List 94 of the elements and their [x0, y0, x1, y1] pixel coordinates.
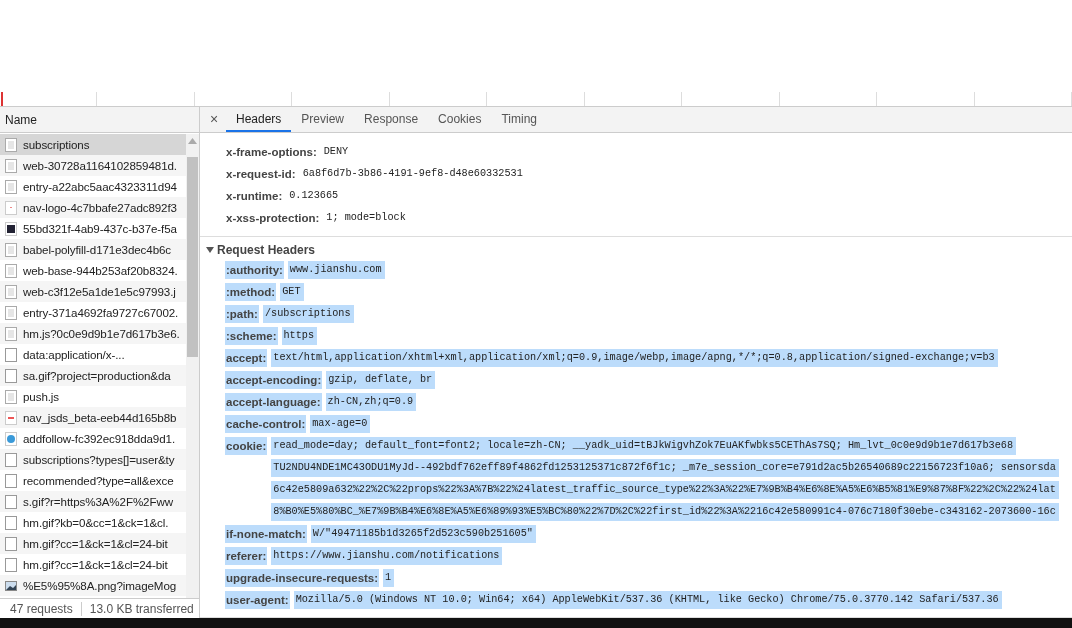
request-item[interactable]: nav_jsds_beta-eeb44d165b8b [0, 407, 186, 428]
blank-file-icon [5, 557, 17, 572]
request-count: 47 requests [10, 600, 73, 618]
header-value: www.jianshu.com [287, 261, 385, 279]
request-item[interactable]: hm.gif?cc=1&ck=1&cl=24-bit [0, 554, 186, 575]
header-name: accept-encoding: [225, 371, 323, 389]
request-item[interactable]: hm.gif?kb=0&cc=1&ck=1&cl. [0, 512, 186, 533]
document-icon [5, 284, 17, 299]
header-value: https://www.jianshu.com/notifications [271, 547, 503, 565]
header-value: /subscriptions [262, 305, 354, 323]
document-icon [5, 242, 17, 257]
tab[interactable]: Timing [491, 107, 547, 132]
header-name: user-agent: [225, 591, 290, 609]
header-value: 8%B0%E5%80%BC_%E7%9B%B4%E6%8E%A5%E6%89%93%E5%BC%80%22%7D%2C%22first_id%22%3A%2216c42e580991c4-076c7180f30ebe-c343162-2073600-16c [271, 503, 1059, 521]
header-value: 1; mode=block [325, 211, 407, 225]
column-header[interactable]: Name [0, 110, 37, 129]
header-name: :path: [225, 305, 259, 323]
header-name: :method: [225, 283, 277, 301]
scrollbar[interactable] [186, 134, 199, 598]
request-item[interactable]: subscriptions?types[]=user&ty [0, 449, 186, 470]
header-value: gzip, deflate, br [326, 371, 436, 389]
tab[interactable]: Response [354, 107, 429, 132]
header-name: accept-language: [225, 393, 322, 411]
minus-file-icon [5, 410, 17, 425]
request-item[interactable]: hm.js?0c0e9d9b1e7d617b3e6. [0, 323, 186, 344]
header-value: W/"49471185b1d3265f2d523c590b251605" [310, 525, 536, 543]
image-file-icon [5, 200, 17, 215]
blank-file-icon [5, 536, 17, 551]
request-item[interactable]: entry-a22abc5aac4323311d94 [0, 176, 186, 197]
request-item[interactable]: hm.gif?cc=1&ck=1&cl=24-bit [0, 533, 186, 554]
document-icon [5, 263, 17, 278]
section-header[interactable]: Request Headers [217, 241, 316, 259]
document-icon [5, 179, 17, 194]
header-value: 6a8f6d7b-3b86-4191-9ef8-d48e60332531 [301, 167, 524, 181]
transferred-size: 13.0 KB transferred [89, 600, 194, 618]
header-value: 0.123665 [288, 189, 340, 203]
header-value: TU2NDU4NDE1MC43ODU1MyJd--492bdf762eff89f4862fd1253125371c872f6f1c; _m7e_session_core=e791d2ac5b26540689c22156723f10a6; sensorsda [271, 459, 1059, 477]
header-name: upgrade-insecure-requests: [225, 569, 380, 587]
request-item[interactable]: entry-371a4692fa9727c67002. [0, 302, 186, 323]
document-icon [5, 158, 17, 173]
request-item[interactable]: push.js [0, 386, 186, 407]
blank-file-icon [5, 494, 17, 509]
header-value: DENY [322, 145, 350, 159]
header-value: zh-CN,zh;q=0.9 [325, 393, 417, 411]
blank-file-icon [5, 347, 17, 362]
header-value: GET [280, 283, 304, 301]
header-value: max-age=0 [310, 415, 371, 433]
header-value: 6c42e5809a632%22%2C%22props%22%3A%7B%22%24latest_traffic_source_type%22%3A%22%E7%9B%B4%E6%8E%A5%E6%B5%81%E9%87%8F%22%2C%22%24lat [271, 481, 1059, 499]
header-value: 1 [383, 569, 395, 587]
image-icon [5, 578, 17, 593]
header-value: read_mode=day; default_font=font2; locale=zh-CN; __yadk_uid=tBJkWigvhZok7EuAKfwbks5CEThAs7SQ; Hm_lvt_0c0e9d9b1e7d617b3e68 [271, 437, 1016, 455]
scroll-up-icon[interactable] [188, 138, 197, 144]
request-item[interactable]: sa.gif?project=production&da [0, 365, 186, 386]
request-item[interactable]: nav-logo-4c7bbafe27adc892f3 [0, 197, 186, 218]
blank-file-icon [5, 515, 17, 530]
image-file-icon [5, 221, 17, 236]
document-icon [5, 389, 17, 404]
header-value: Mozilla/5.0 (Windows NT 10.0; Win64; x64) AppleWebKit/537.36 (KHTML, like Gecko) Chrome/75.0.3770.142 Safari/537.36 [293, 591, 1002, 609]
header-name: referer: [225, 547, 268, 565]
header-value: https [281, 327, 318, 345]
request-item[interactable]: data:application/x-... [0, 344, 186, 365]
header-name: x-runtime: [225, 189, 284, 204]
close-button[interactable]: × [206, 107, 222, 132]
request-item[interactable]: subscriptions [0, 134, 186, 155]
request-item[interactable]: s.gif?r=https%3A%2F%2Fww [0, 491, 186, 512]
tab[interactable]: Preview [291, 107, 355, 132]
request-item[interactable]: addfollow-fc392ec918dda9d1. [0, 428, 186, 449]
blank-file-icon [5, 368, 17, 383]
header-name: x-xss-protection: [225, 211, 321, 226]
blank-file-icon [5, 473, 17, 488]
expand-down-icon[interactable] [206, 246, 214, 254]
header-name: x-frame-options: [225, 145, 318, 160]
header-name: :scheme: [225, 327, 278, 345]
dot-file-icon [5, 431, 17, 446]
document-icon [5, 137, 17, 152]
header-name: x-request-id: [225, 167, 297, 182]
request-item[interactable]: recommended?type=all&exce [0, 470, 186, 491]
request-item[interactable]: web-base-944b253af20b8324. [0, 260, 186, 281]
request-item[interactable]: %E5%95%8A.png?imageMog [0, 575, 186, 596]
request-item[interactable]: 55bd321f-4ab9-437c-b37e-f5a [0, 218, 186, 239]
request-item[interactable]: web-c3f12e5a1de1e5c97993.j [0, 281, 186, 302]
header-name: :authority: [225, 261, 284, 279]
header-name: cookie: [225, 437, 268, 455]
header-value: text/html,application/xhtml+xml,application/xml;q=0.9,image/webp,image/apng,*/*;q=0.8,application/signed-exchange;v=b3 [271, 349, 998, 367]
header-name: accept: [225, 349, 268, 367]
request-item[interactable]: babel-polyfill-d171e3dec4b6c [0, 239, 186, 260]
tab[interactable]: Cookies [428, 107, 492, 132]
header-name: if-none-match: [225, 525, 307, 543]
document-icon [5, 305, 17, 320]
tab[interactable]: Headers [226, 107, 292, 132]
blank-file-icon [5, 452, 17, 467]
header-name: cache-control: [225, 415, 307, 433]
request-item[interactable]: web-30728a1164102859481d. [0, 155, 186, 176]
document-icon [5, 326, 17, 341]
